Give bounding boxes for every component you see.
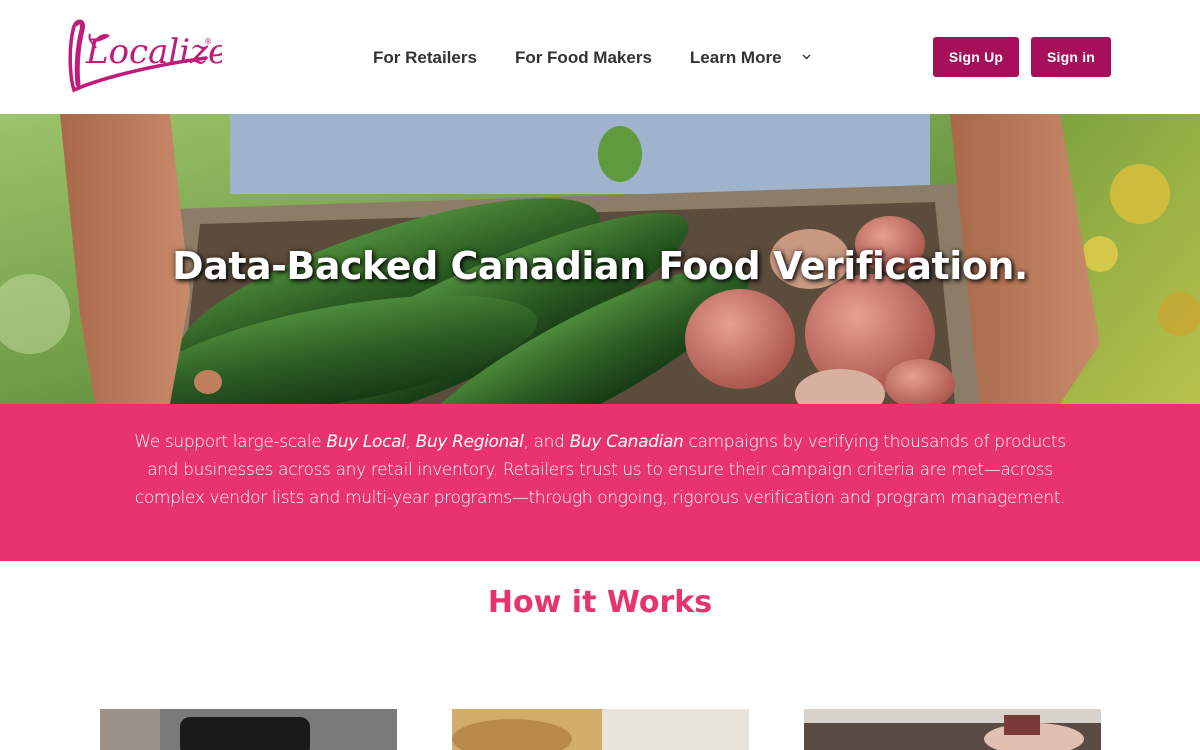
chevron-down-icon <box>802 51 811 63</box>
intro-buy-local: Buy Local <box>326 432 406 452</box>
how-it-works-card-image-2 <box>452 709 749 750</box>
nav-learn-more[interactable]: Learn More <box>690 48 811 68</box>
logo-swoosh-graphic: Localize ® <box>68 19 222 93</box>
intro-sep-1: , <box>405 432 416 452</box>
intro-sep-2: , and <box>523 432 570 452</box>
main-nav: For Retailers For Food Makers Learn More <box>373 46 849 70</box>
logo-text: Localize <box>85 32 222 72</box>
registered-mark: ® <box>204 37 212 46</box>
how-it-works-card-image-3 <box>804 709 1101 750</box>
intro-buy-canadian: Buy Canadian <box>569 432 684 452</box>
intro-text: We support large-scale Buy Local, Buy Re… <box>120 428 1080 512</box>
hero-banner: Data-Backed Canadian Food Verification. <box>0 114 1200 404</box>
localize-logo[interactable]: Localize ® <box>66 18 222 96</box>
how-it-works-card-image-1 <box>100 709 397 750</box>
nav-for-food-makers-label: For Food Makers <box>514 48 652 67</box>
nav-for-food-makers[interactable]: For Food Makers <box>515 48 652 68</box>
nav-for-retailers[interactable]: For Retailers <box>373 48 477 68</box>
how-it-works-heading: How it Works <box>487 585 713 620</box>
intro-part-1: We support large-scale <box>134 432 327 452</box>
site-header: Localize ® For Retailers For Food Makers… <box>0 0 1200 114</box>
nav-for-retailers-label: For Retailers <box>373 48 477 67</box>
sign-in-button[interactable]: Sign in <box>1031 37 1111 77</box>
sign-up-button[interactable]: Sign Up <box>933 37 1019 77</box>
nav-learn-more-label: Learn More <box>689 48 782 67</box>
hero-title: Data-Backed Canadian Food Verification. <box>172 244 1028 288</box>
intro-buy-regional: Buy Regional <box>415 432 524 452</box>
intro-band: We support large-scale Buy Local, Buy Re… <box>0 404 1200 561</box>
